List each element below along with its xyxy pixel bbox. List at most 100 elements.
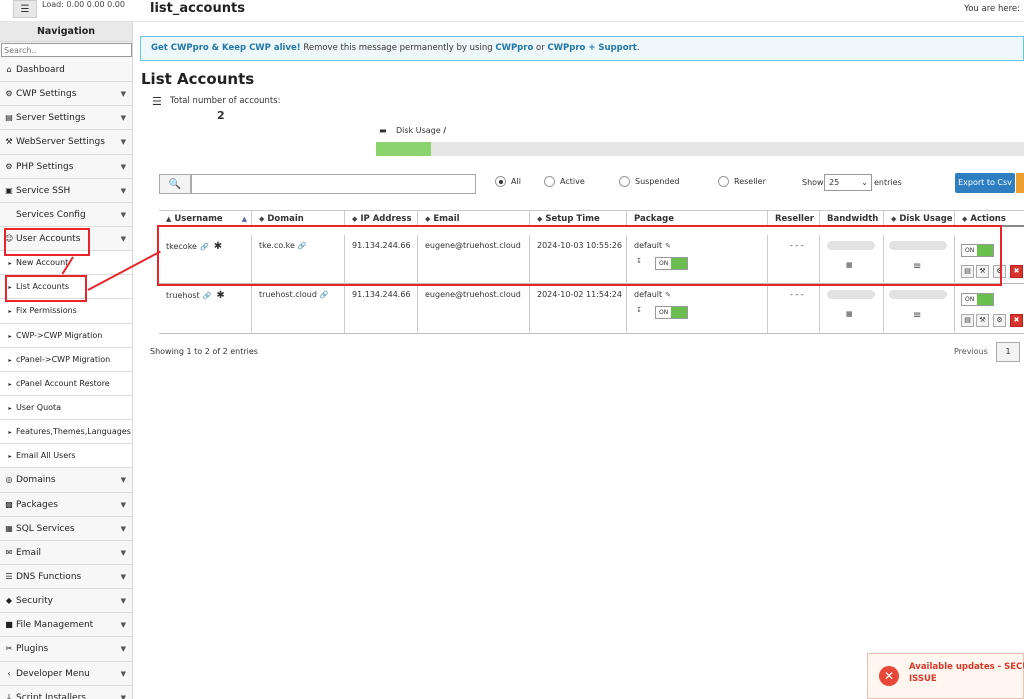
sidebar-item-label: Plugins: [16, 644, 49, 655]
col-disk-usage[interactable]: ◆ Disk Usage: [884, 211, 955, 227]
link-icon[interactable]: 🔗: [203, 292, 212, 300]
update-notification[interactable]: ✕ Available updates - SECURITYISSUE: [867, 653, 1024, 699]
key-icon[interactable]: ⚒: [976, 265, 989, 278]
sidebar-item-label: File Management: [16, 620, 94, 631]
file-icon[interactable]: ▤: [961, 314, 974, 327]
download-icon[interactable]: ↧: [636, 257, 642, 265]
sidebar-item-security[interactable]: ◆ Security ▼: [0, 589, 132, 614]
accounts-search-input[interactable]: [191, 174, 476, 194]
link-icon[interactable]: 🔗: [320, 291, 329, 299]
domain-text[interactable]: tke.co.ke: [259, 241, 295, 250]
sidebar-item-fix-permissions[interactable]: ▸ Fix Permissions: [0, 299, 132, 324]
cwppro-support-link[interactable]: CWPpro + Support: [547, 43, 636, 53]
sidebar-item-service-ssh[interactable]: ▣ Service SSH ▼: [0, 178, 132, 203]
folder-icon: ■: [5, 620, 13, 630]
sidebar-item-sql-services[interactable]: ▦ SQL Services ▼: [0, 516, 132, 541]
sidebar-item-label: Dashboard: [16, 65, 65, 75]
radio-all[interactable]: All: [495, 176, 521, 187]
sidebar-item-features-themes-languages[interactable]: ▸ Features,Themes,Languages: [0, 420, 132, 445]
sidebar-item-plugins[interactable]: ✂ Plugins ▼: [0, 637, 132, 662]
radio-reseller[interactable]: Reseller: [718, 176, 766, 187]
close-icon[interactable]: ✕: [879, 666, 899, 686]
sidebar-item-label: WebServer Settings: [16, 137, 105, 148]
sidebar-item-email-all-users[interactable]: ▸ Email All Users: [0, 444, 132, 469]
sidebar-item-dns-functions[interactable]: ☰ DNS Functions ▼: [0, 564, 132, 590]
server-load-icon[interactable]: ☰: [13, 0, 37, 18]
radio-active[interactable]: Active: [544, 176, 585, 187]
sidebar-item-cpanel-account-restore[interactable]: ▸ cPanel Account Restore: [0, 371, 132, 396]
radio-label: All: [511, 177, 521, 186]
delete-icon[interactable]: ✖: [1010, 265, 1023, 278]
delete-icon[interactable]: ✖: [1010, 314, 1023, 327]
settings-icon[interactable]: ⚙: [993, 314, 1006, 327]
key-icon[interactable]: ⚒: [976, 314, 989, 327]
edit-icon[interactable]: ✎: [665, 242, 671, 250]
wrench-icon[interactable]: ✱: [216, 290, 224, 301]
sidebar-item-script-installers[interactable]: ↓ Script Installers ▼: [0, 685, 132, 699]
chevron-down-icon: ▼: [120, 548, 126, 557]
notification-text: Available updates - SECURITYISSUE: [909, 662, 1024, 684]
signal-icon: ▦: [846, 310, 853, 318]
search-button[interactable]: 🔍: [159, 174, 191, 194]
package-toggle[interactable]: ON: [655, 257, 688, 270]
page-1-button[interactable]: 1: [996, 342, 1020, 362]
col-username[interactable]: ▲ Username ▲: [159, 211, 252, 227]
sidebar-item-cwp-settings[interactable]: ⚙ CWP Settings ▼: [0, 82, 132, 107]
package-toggle[interactable]: ON: [655, 306, 688, 319]
wrench-icon[interactable]: ✱: [214, 241, 222, 252]
file-icon[interactable]: ▤: [961, 265, 974, 278]
previous-page-button[interactable]: Previous: [954, 347, 988, 356]
sidebar-item-cpanel-cwp-migration[interactable]: ▸ cPanel->CWP Migration: [0, 347, 132, 372]
sidebar-item-server-settings[interactable]: ▤ Server Settings ▼: [0, 106, 132, 131]
cell-disk-usage: ≡: [884, 235, 955, 284]
sidebar-item-php-settings[interactable]: ⚙ PHP Settings ▼: [0, 154, 132, 179]
radio-dot[interactable]: [619, 176, 630, 187]
sidebar-item-cwp-cwp-migration[interactable]: ▸ CWP->CWP Migration: [0, 323, 132, 348]
account-status-toggle[interactable]: ON: [961, 293, 994, 306]
col-email[interactable]: ◆ Email: [418, 211, 530, 227]
domain-text[interactable]: truehost.cloud: [259, 290, 317, 299]
link-icon[interactable]: 🔗: [200, 243, 209, 251]
radio-dot[interactable]: [718, 176, 729, 187]
col-ip-address[interactable]: ◆ IP Address: [345, 211, 418, 227]
radio-dot[interactable]: [544, 176, 555, 187]
sidebar-item-user-quota[interactable]: ▸ User Quota: [0, 395, 132, 421]
account-status-toggle[interactable]: ON: [961, 244, 994, 257]
sidebar-item-list-accounts[interactable]: ▸ List Accounts: [0, 275, 132, 300]
sidebar-item-file-management[interactable]: ■ File Management ▼: [0, 613, 132, 638]
globe-icon: ◎: [5, 475, 13, 485]
cog-icon: ⚙: [5, 161, 13, 171]
sidebar-item-packages[interactable]: ▩ Packages ▼: [0, 492, 132, 517]
username-text[interactable]: tkecoke: [166, 242, 197, 251]
chevron-down-icon: ▼: [120, 645, 126, 654]
sidebar-item-services-config[interactable]: Services Config ▼: [0, 202, 132, 227]
sidebar-item-webserver-settings[interactable]: ⚒ WebServer Settings ▼: [0, 130, 132, 155]
sidebar-item-email[interactable]: ✉ Email ▼: [0, 540, 132, 565]
download-icon[interactable]: ↧: [636, 306, 642, 314]
cell-email: eugene@truehost.cloud: [418, 235, 530, 284]
menu-icon[interactable]: ≡: [913, 310, 921, 321]
triangle-icon: ▸: [8, 308, 12, 316]
entries-per-page-select[interactable]: 25 ⌄: [824, 174, 872, 191]
edit-icon[interactable]: ✎: [665, 291, 671, 299]
extra-action-button[interactable]: [1016, 173, 1024, 193]
radio-label: Reseller: [734, 177, 766, 186]
sidebar-item-user-accounts[interactable]: ☺ User Accounts ▼: [0, 226, 132, 252]
triangle-icon: ▸: [8, 429, 12, 437]
sidebar-item-developer-menu[interactable]: ‹ Developer Menu ▼: [0, 661, 132, 686]
cwppro-link[interactable]: CWPpro: [495, 43, 533, 53]
sidebar-item-new-account[interactable]: ▸ New Account: [0, 251, 132, 276]
col-actions[interactable]: ◆ Actions: [955, 211, 1024, 227]
export-csv-button[interactable]: Export to Csv: [955, 173, 1015, 193]
settings-icon[interactable]: ⚙: [993, 265, 1006, 278]
col-setup-time[interactable]: ◆ Setup Time: [530, 211, 627, 227]
username-text[interactable]: truehost: [166, 291, 200, 300]
sidebar-search-input[interactable]: [1, 43, 132, 57]
sidebar-item-domains[interactable]: ◎ Domains ▼: [0, 468, 132, 493]
sidebar-item-dashboard[interactable]: ⌂ Dashboard: [0, 58, 132, 83]
menu-icon[interactable]: ≡: [913, 261, 921, 272]
radio-dot[interactable]: [495, 176, 506, 187]
link-icon[interactable]: 🔗: [298, 242, 307, 250]
col-domain[interactable]: ◆ Domain: [252, 211, 345, 227]
radio-suspended[interactable]: Suspended: [619, 176, 679, 187]
